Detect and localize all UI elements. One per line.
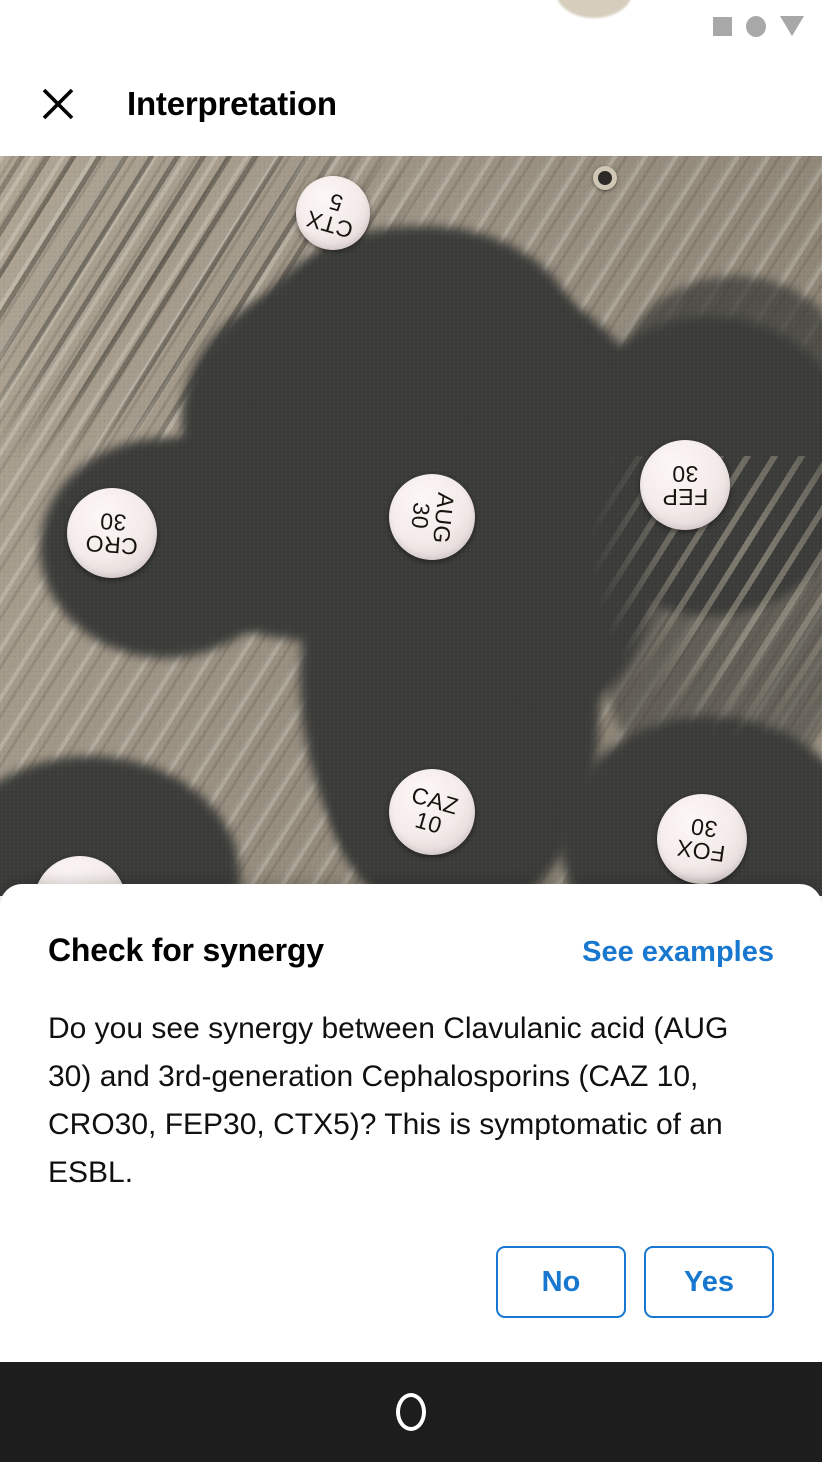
- card-body-text: Do you see synergy between Clavulanic ac…: [48, 1012, 729, 1189]
- disc-ctx-5: CTX 5: [296, 176, 370, 250]
- card-actions: No Yes: [496, 1246, 774, 1318]
- circle-icon: [746, 15, 766, 37]
- interpretation-question-card: Check for synergy See examples Do you se…: [0, 884, 822, 1362]
- square-icon: [713, 16, 732, 36]
- yes-button[interactable]: Yes: [644, 1246, 774, 1318]
- disc-caz-10: CAZ 10: [389, 769, 475, 855]
- page-title: Interpretation: [127, 85, 337, 122]
- card-title: Check for synergy: [48, 932, 324, 968]
- disc-cro-30: CRO 30: [67, 488, 157, 578]
- disc-label: CAZ 10: [408, 781, 462, 839]
- disc-fep-30: FEP 30: [640, 440, 730, 530]
- plate-vent-hole: [593, 166, 617, 190]
- triangle-down-icon: [780, 16, 804, 36]
- home-circle-icon[interactable]: [396, 1393, 426, 1431]
- disc-aug-30: AUG 30: [389, 474, 475, 560]
- see-examples-link[interactable]: See examples: [582, 936, 774, 969]
- close-button[interactable]: [22, 68, 94, 140]
- system-navigation-bar: [0, 1362, 822, 1462]
- disc-label: FEP 30: [661, 461, 709, 510]
- close-icon: [42, 88, 74, 120]
- disc-label: CRO 30: [84, 508, 139, 560]
- status-bar: [0, 0, 822, 52]
- disc-label: CTX 5: [303, 188, 357, 244]
- app-screen: Interpretation CTX 5 CRO 30 AUG 30 FEP 30 CA…: [0, 0, 822, 1462]
- disc-label: FOX 30: [674, 813, 727, 868]
- card-header: Check for synergy See examples: [48, 932, 774, 969]
- no-button[interactable]: No: [496, 1246, 626, 1318]
- app-bar: Interpretation: [0, 52, 822, 156]
- disc-label: AUG 30: [406, 491, 460, 546]
- disc-fox-30: FOX 30: [657, 794, 747, 884]
